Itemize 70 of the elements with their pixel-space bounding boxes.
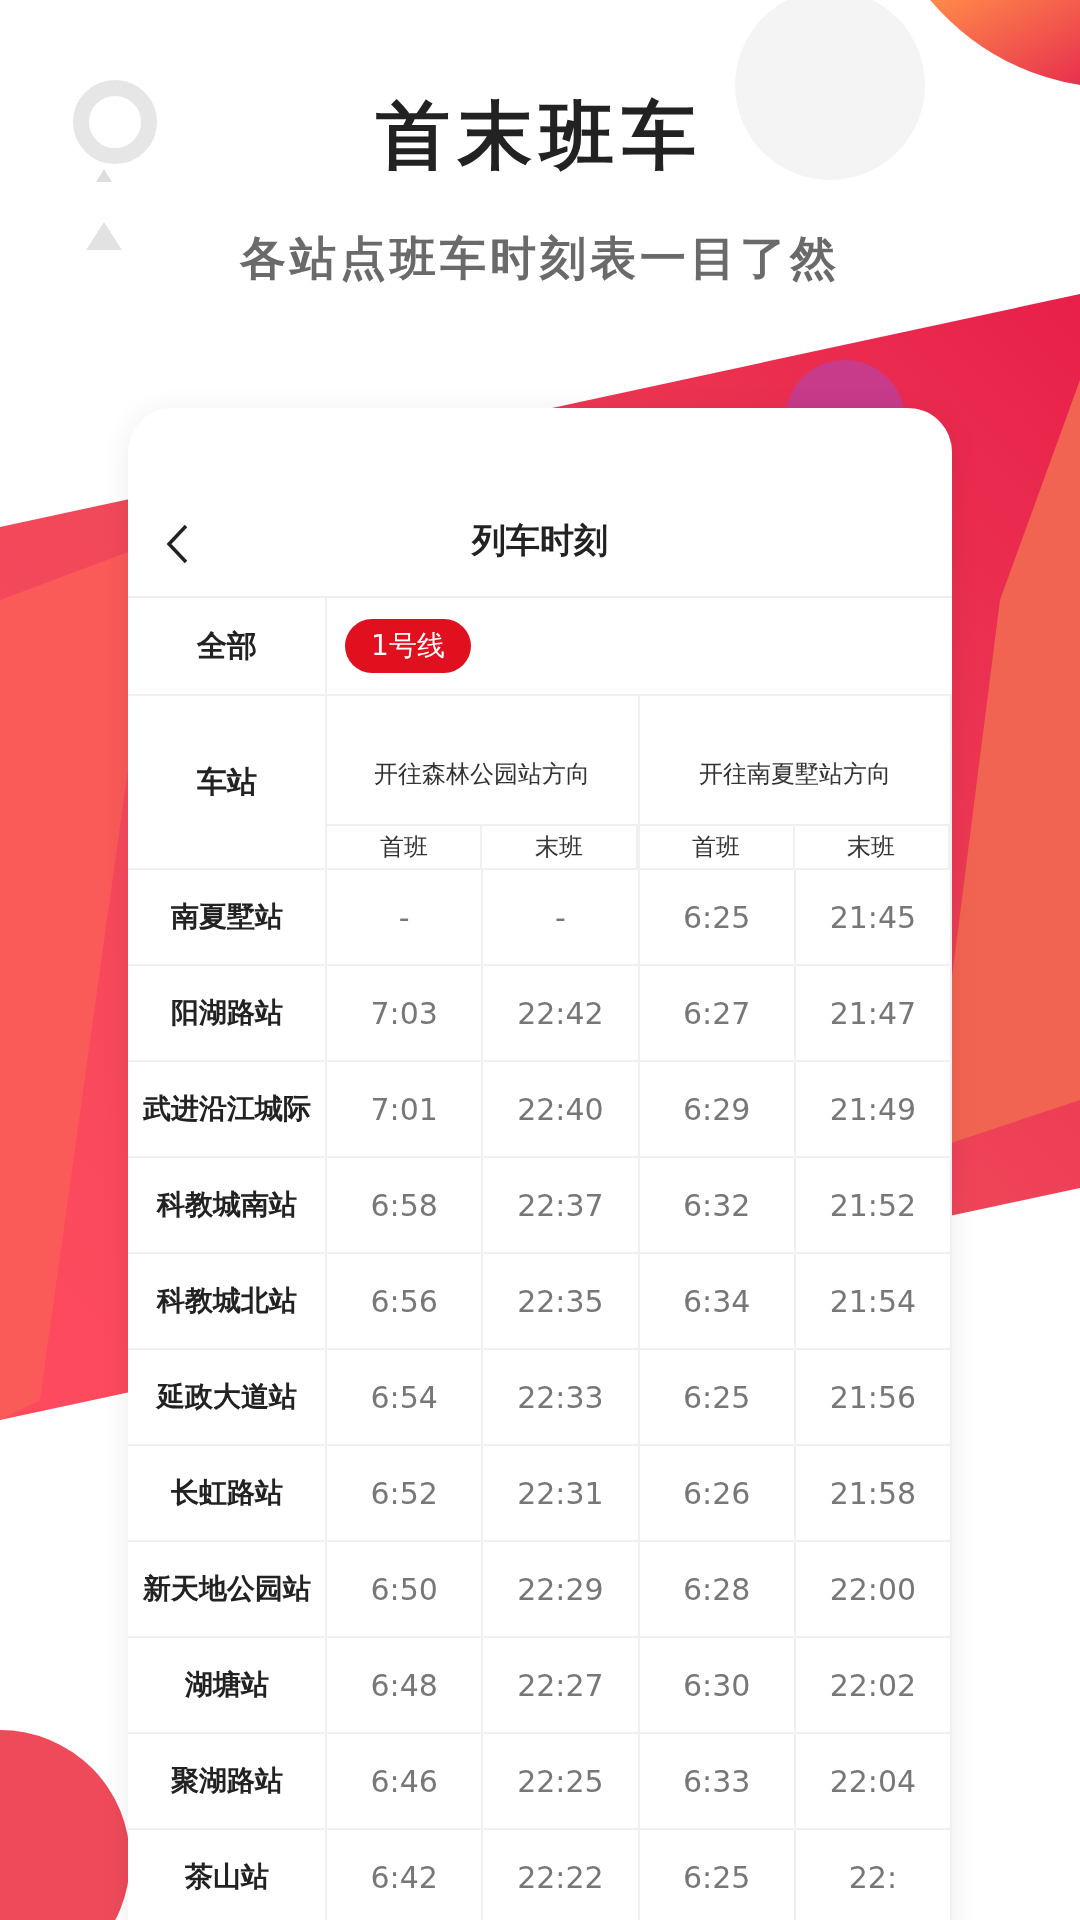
station-cell: 新天地公园站 xyxy=(128,1542,327,1636)
time-cell: 21:54 xyxy=(795,1254,952,1348)
time-cell: 6:33 xyxy=(639,1734,796,1828)
time-cell: - xyxy=(483,870,640,964)
time-cell: 21:58 xyxy=(795,1446,952,1540)
station-cell: 茶山站 xyxy=(128,1830,327,1920)
screen-title: 列车时刻 xyxy=(472,519,608,562)
time-cell: 21:45 xyxy=(795,870,952,964)
time-cell: - xyxy=(327,870,484,964)
time-cell: 6:28 xyxy=(639,1542,796,1636)
time-cell: 21:49 xyxy=(795,1062,952,1156)
triangle-shape xyxy=(96,169,112,182)
time-cell: 22:25 xyxy=(483,1734,640,1828)
back-icon[interactable] xyxy=(166,524,188,564)
time-cell: 22:02 xyxy=(795,1638,952,1732)
time-cell: 6:25 xyxy=(639,1350,796,1444)
time-cell: 22:29 xyxy=(483,1542,640,1636)
time-cell: 22:35 xyxy=(483,1254,640,1348)
station-cell: 科教城北站 xyxy=(128,1254,327,1348)
banner-subtitle: 各站点班车时刻表一目了然 xyxy=(240,230,840,286)
time-cell: 22:42 xyxy=(483,966,640,1060)
time-cell: 6:46 xyxy=(327,1734,484,1828)
column-header: 首班 xyxy=(327,826,483,868)
column-header: 末班 xyxy=(794,826,950,868)
time-cell: 22:00 xyxy=(795,1542,952,1636)
column-header: 末班 xyxy=(482,826,638,868)
station-cell: 长虹路站 xyxy=(128,1446,327,1540)
time-cell: 6:34 xyxy=(639,1254,796,1348)
filter-option[interactable]: 全部 xyxy=(196,625,257,667)
station-cell: 武进沿江城际 xyxy=(128,1062,327,1156)
station-cell: 聚湖路站 xyxy=(128,1734,327,1828)
time-cell: 6:48 xyxy=(327,1638,484,1732)
time-cell: 6:25 xyxy=(639,1830,796,1920)
time-cell: 7:01 xyxy=(327,1062,484,1156)
time-cell: 6:52 xyxy=(327,1446,484,1540)
time-cell: 22: xyxy=(795,1830,952,1920)
time-cell: 6:30 xyxy=(639,1638,796,1732)
station-cell: 南夏墅站 xyxy=(128,870,327,964)
time-cell: 6:26 xyxy=(639,1446,796,1540)
table-header-cell: 车站 xyxy=(128,696,327,868)
time-cell: 6:56 xyxy=(327,1254,484,1348)
banner-title: 首末班车 xyxy=(376,92,704,178)
time-cell: 6:58 xyxy=(327,1158,484,1252)
station-cell: 延政大道站 xyxy=(128,1350,327,1444)
station-cell: 科教城南站 xyxy=(128,1158,327,1252)
time-cell: 7:03 xyxy=(327,966,484,1060)
line-filter-chip[interactable]: 1号线 xyxy=(345,619,471,673)
time-cell: 6:42 xyxy=(327,1830,484,1920)
time-cell: 22:40 xyxy=(483,1062,640,1156)
time-cell: 22:27 xyxy=(483,1638,640,1732)
direction-header: 开往森林公园站方向 xyxy=(327,724,638,826)
time-cell: 6:29 xyxy=(639,1062,796,1156)
station-cell: 湖塘站 xyxy=(128,1638,327,1732)
time-cell: 22:37 xyxy=(483,1158,640,1252)
time-cell: 21:52 xyxy=(795,1158,952,1252)
column-header: 首班 xyxy=(639,826,795,868)
time-cell: 21:56 xyxy=(795,1350,952,1444)
time-cell: 22:22 xyxy=(483,1830,640,1920)
time-cell: 6:27 xyxy=(639,966,796,1060)
time-cell: 6:50 xyxy=(327,1542,484,1636)
time-cell: 22:31 xyxy=(483,1446,640,1540)
direction-header: 开往南夏墅站方向 xyxy=(639,724,950,826)
triangle-shape xyxy=(86,222,122,250)
time-cell: 22:04 xyxy=(795,1734,952,1828)
time-cell: 6:25 xyxy=(639,870,796,964)
time-cell: 21:47 xyxy=(795,966,952,1060)
time-cell: 6:54 xyxy=(327,1350,484,1444)
time-cell: 6:32 xyxy=(639,1158,796,1252)
station-cell: 阳湖路站 xyxy=(128,966,327,1060)
time-cell: 22:33 xyxy=(483,1350,640,1444)
